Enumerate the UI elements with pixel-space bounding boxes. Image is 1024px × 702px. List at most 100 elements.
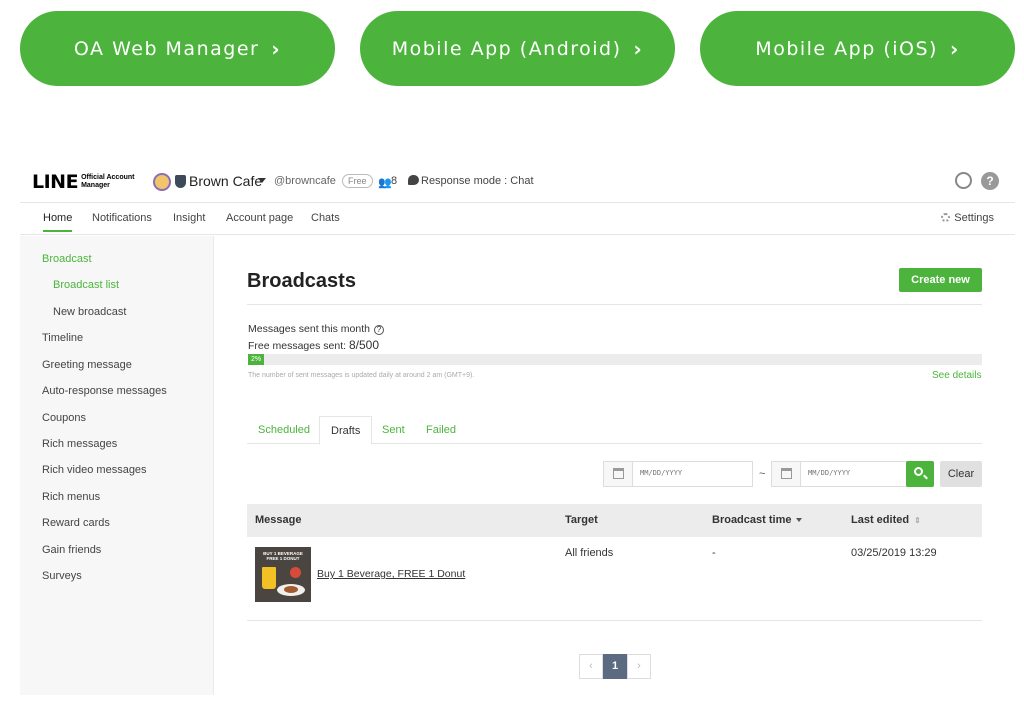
main-content: Broadcasts Create new Messages sent this… <box>215 236 1015 695</box>
help-icon[interactable]: ? <box>981 172 999 190</box>
free-messages-count: Free messages sent: 8/500 <box>248 338 379 352</box>
tab-home[interactable]: Home <box>43 212 73 232</box>
message-title-link[interactable]: Buy 1 Beverage, FREE 1 Donut <box>317 568 465 580</box>
sort-icon: ⇕ <box>914 516 921 525</box>
chevron-right-icon: › <box>949 36 960 61</box>
account-avatar <box>153 173 171 191</box>
thumbnail-caption: BUY 1 BEVERAGE FREE 1 DONUT <box>258 551 308 561</box>
column-header-broadcast-time[interactable]: Broadcast time <box>712 514 803 526</box>
date-range-separator: ~ <box>759 468 766 480</box>
sidebar: Broadcast Broadcast list New broadcast T… <box>20 236 214 695</box>
settings-label: Settings <box>954 212 994 224</box>
pagination: ‹ 1 › <box>579 654 651 679</box>
clear-button[interactable]: Clear <box>940 461 982 487</box>
calendar-icon <box>781 468 792 479</box>
tab-notifications[interactable]: Notifications <box>92 212 152 224</box>
start-date-calendar-button[interactable] <box>604 462 633 486</box>
tab-failed[interactable]: Failed <box>415 416 467 444</box>
message-thumbnail[interactable]: BUY 1 BEVERAGE FREE 1 DONUT <box>255 547 311 602</box>
plan-badge: Free <box>342 174 373 188</box>
oa-web-manager-link[interactable]: OA Web Manager › <box>20 11 335 86</box>
see-details-link[interactable]: See details <box>932 370 981 381</box>
sidebar-item-timeline[interactable]: Timeline <box>42 332 83 344</box>
chat-bubble-icon <box>408 175 419 185</box>
row-broadcast-time: - <box>712 547 716 559</box>
tab-account-page[interactable]: Account page <box>226 212 293 224</box>
sidebar-item-new-broadcast[interactable]: New broadcast <box>53 306 126 318</box>
friends-count: 8 <box>391 175 398 187</box>
sidebar-item-rich-video-messages[interactable]: Rich video messages <box>42 464 147 476</box>
messages-sent-heading: Messages sent this month? <box>248 323 384 335</box>
usage-progress-fill: 2% <box>248 354 265 365</box>
sidebar-item-broadcast[interactable]: Broadcast <box>42 253 92 265</box>
response-mode-status[interactable]: Response mode : Chat <box>421 175 534 187</box>
platform-links: OA Web Manager › Mobile App (Android) › … <box>20 11 1015 86</box>
update-note: The number of sent messages is updated d… <box>248 372 475 379</box>
sidebar-item-coupons[interactable]: Coupons <box>42 412 86 424</box>
sidebar-item-rich-messages[interactable]: Rich messages <box>42 438 117 450</box>
mobile-app-android-link[interactable]: Mobile App (Android) › <box>360 11 675 86</box>
tab-insight[interactable]: Insight <box>173 212 205 224</box>
sidebar-item-greeting-message[interactable]: Greeting message <box>42 359 132 371</box>
create-new-button[interactable]: Create new <box>899 268 982 292</box>
pagination-next-button[interactable]: › <box>627 654 651 679</box>
search-icon <box>914 467 923 476</box>
mobile-app-ios-label: Mobile App (iOS) <box>755 37 938 60</box>
last-edited-label: Last edited <box>851 514 910 526</box>
table-row: BUY 1 BEVERAGE FREE 1 DONUT Buy 1 Bevera… <box>247 537 982 621</box>
friends-icon: 👥 <box>378 177 392 189</box>
table-header: Message Target Broadcast time Last edite… <box>247 504 982 537</box>
column-header-last-edited[interactable]: Last edited ⇕ <box>851 514 921 526</box>
sidebar-item-broadcast-list[interactable]: Broadcast list <box>53 279 119 291</box>
tab-chats[interactable]: Chats <box>311 212 340 224</box>
sidebar-item-reward-cards[interactable]: Reward cards <box>42 517 110 529</box>
sidebar-item-auto-response[interactable]: Auto-response messages <box>42 385 167 397</box>
pagination-prev-button[interactable]: ‹ <box>579 654 603 679</box>
help-circle-icon[interactable]: ? <box>373 325 384 335</box>
tab-sent[interactable]: Sent <box>371 416 416 444</box>
tab-scheduled[interactable]: Scheduled <box>247 416 321 444</box>
line-logo[interactable]: LINE Official Account Manager <box>32 171 134 193</box>
settings-link[interactable]: Settings <box>941 212 994 224</box>
tab-drafts[interactable]: Drafts <box>319 416 373 445</box>
chevron-right-icon: › <box>271 36 282 61</box>
oa-web-manager-label: OA Web Manager <box>73 37 260 60</box>
donut-image <box>284 586 298 593</box>
start-date-input[interactable] <box>640 469 740 477</box>
logo-sub-line-1: Official Account <box>81 174 135 181</box>
caret-down-icon[interactable] <box>258 178 266 183</box>
logo-subtitle: Official Account Manager <box>81 174 134 190</box>
end-date-field[interactable] <box>771 461 921 487</box>
user-profile-icon[interactable] <box>955 172 972 189</box>
promo-badge-image <box>290 567 301 578</box>
sidebar-item-surveys[interactable]: Surveys <box>42 570 82 582</box>
sidebar-item-rich-menus[interactable]: Rich menus <box>42 491 100 503</box>
usage-progress-bar: 2% <box>248 354 982 365</box>
account-switcher[interactable]: Brown Cafe <box>189 173 262 189</box>
coffee-cup-image <box>262 567 276 589</box>
search-button[interactable] <box>906 461 934 487</box>
logo-line-text: LINE <box>32 171 79 193</box>
main-nav: Home Notifications Insight Account page … <box>20 203 1015 235</box>
oa-manager-window: LINE Official Account Manager Brown Cafe… <box>20 160 1015 695</box>
pagination-page-1[interactable]: 1 <box>603 654 627 679</box>
sort-descending-icon <box>796 518 803 522</box>
messages-sent-label: Messages sent this month <box>248 323 370 335</box>
start-date-field[interactable] <box>603 461 753 487</box>
logo-sub-line-2: Manager <box>81 182 110 189</box>
column-header-message: Message <box>255 514 302 526</box>
page-title: Broadcasts <box>247 270 356 292</box>
divider <box>247 304 982 305</box>
gear-icon <box>941 213 951 222</box>
broadcast-tabs: Scheduled Drafts Sent Failed <box>247 416 982 445</box>
end-date-calendar-button[interactable] <box>772 462 801 486</box>
row-last-edited: 03/25/2019 13:29 <box>851 547 937 559</box>
end-date-input[interactable] <box>808 469 908 477</box>
row-target: All friends <box>565 547 614 559</box>
sidebar-item-gain-friends[interactable]: Gain friends <box>42 544 101 556</box>
mobile-app-android-label: Mobile App (Android) <box>391 37 622 60</box>
top-bar: LINE Official Account Manager Brown Cafe… <box>20 161 1015 203</box>
calendar-icon <box>613 468 624 479</box>
free-messages-label: Free messages sent: <box>248 340 349 352</box>
mobile-app-ios-link[interactable]: Mobile App (iOS) › <box>700 11 1015 86</box>
